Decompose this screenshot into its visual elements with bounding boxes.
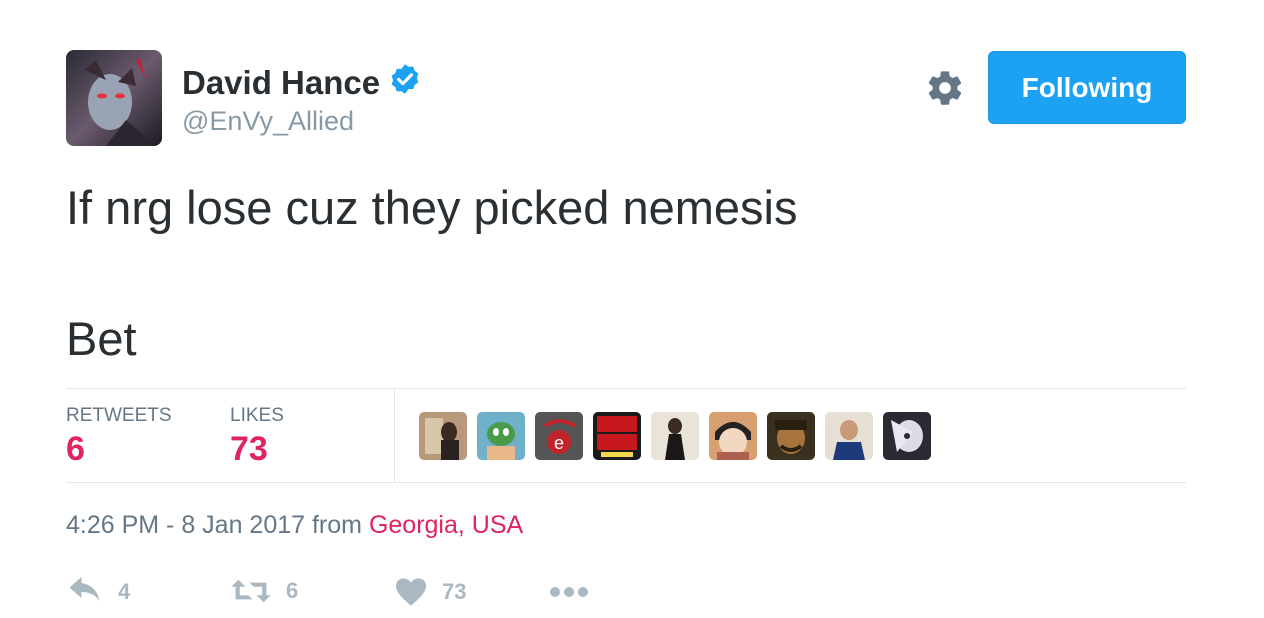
reply-icon[interactable] — [68, 577, 104, 607]
tweet-text-line-1: If nrg lose cuz they picked nemesis — [66, 181, 798, 234]
liker-avatar[interactable]: e — [535, 412, 583, 460]
likes-count[interactable]: 73 — [230, 430, 268, 469]
reply-count: 4 — [118, 579, 131, 604]
author-name-row[interactable]: David Hance — [182, 62, 422, 104]
retweets-count[interactable]: 6 — [66, 430, 85, 469]
author-avatar[interactable] — [66, 50, 162, 146]
divider-bottom — [66, 482, 1186, 483]
author-handle[interactable]: @EnVy_Allied — [182, 106, 354, 137]
tweet-text-line-2: Bet — [66, 312, 137, 365]
verified-badge-icon — [388, 62, 422, 104]
timestamp-text[interactable]: 4:26 PM - 8 Jan 2017 from — [66, 511, 369, 539]
location-link[interactable]: Georgia, USA — [369, 511, 523, 539]
like-action[interactable]: 73 — [394, 577, 466, 607]
reply-action[interactable]: 4 — [68, 577, 130, 607]
following-button[interactable]: Following — [988, 51, 1186, 124]
stats-vertical-divider — [394, 389, 395, 482]
heart-icon[interactable] — [394, 577, 428, 607]
retweets-label[interactable]: RETWEETS — [66, 405, 172, 427]
liker-avatar[interactable] — [883, 412, 931, 460]
liker-avatars: e — [419, 412, 931, 460]
liker-avatar[interactable] — [709, 412, 757, 460]
divider-top — [66, 388, 1186, 389]
liker-avatar[interactable] — [767, 412, 815, 460]
retweet-count: 6 — [286, 578, 299, 603]
author-name[interactable]: David Hance — [182, 64, 380, 102]
liker-avatar[interactable] — [419, 412, 467, 460]
like-count: 73 — [442, 579, 467, 604]
gear-icon[interactable] — [925, 68, 965, 108]
liker-avatar[interactable] — [477, 412, 525, 460]
likes-label[interactable]: LIKES — [230, 405, 284, 427]
liker-avatar[interactable] — [825, 412, 873, 460]
more-action[interactable] — [548, 580, 590, 604]
retweet-icon[interactable] — [230, 577, 272, 605]
more-icon[interactable] — [548, 580, 590, 604]
tweet-timestamp: 4:26 PM - 8 Jan 2017 from Georgia, USA — [66, 511, 523, 540]
liker-avatar[interactable] — [651, 412, 699, 460]
liker-avatar[interactable] — [593, 412, 641, 460]
retweet-action[interactable]: 6 — [230, 577, 298, 605]
svg-text:e: e — [554, 433, 564, 453]
